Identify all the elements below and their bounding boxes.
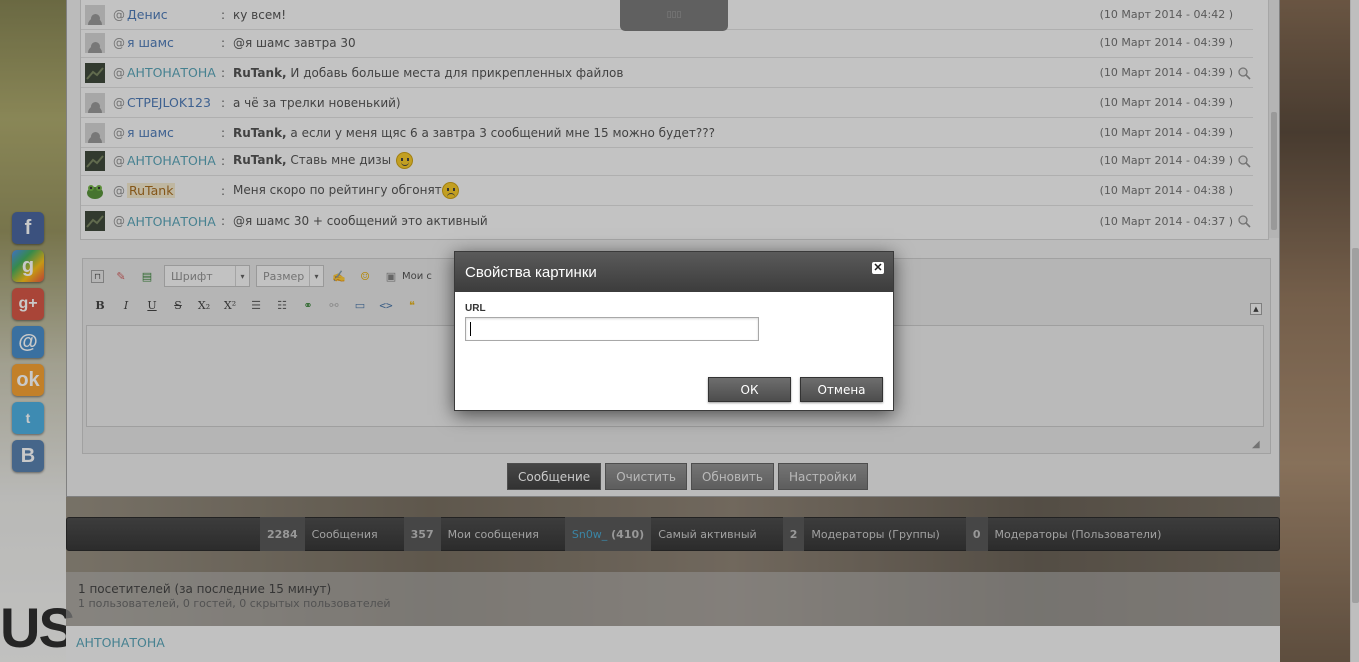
dialog-header: Свойства картинки ✕ <box>455 252 893 292</box>
dialog-title: Свойства картинки <box>465 263 597 281</box>
ok-button[interactable]: ОК <box>708 377 791 402</box>
url-label: URL <box>465 303 486 314</box>
cancel-button[interactable]: Отмена <box>800 377 883 402</box>
image-properties-dialog: Свойства картинки ✕ URL ОК Отмена <box>454 251 894 411</box>
close-icon[interactable]: ✕ <box>872 262 884 274</box>
text-caret <box>470 322 471 336</box>
url-input[interactable] <box>465 317 759 341</box>
